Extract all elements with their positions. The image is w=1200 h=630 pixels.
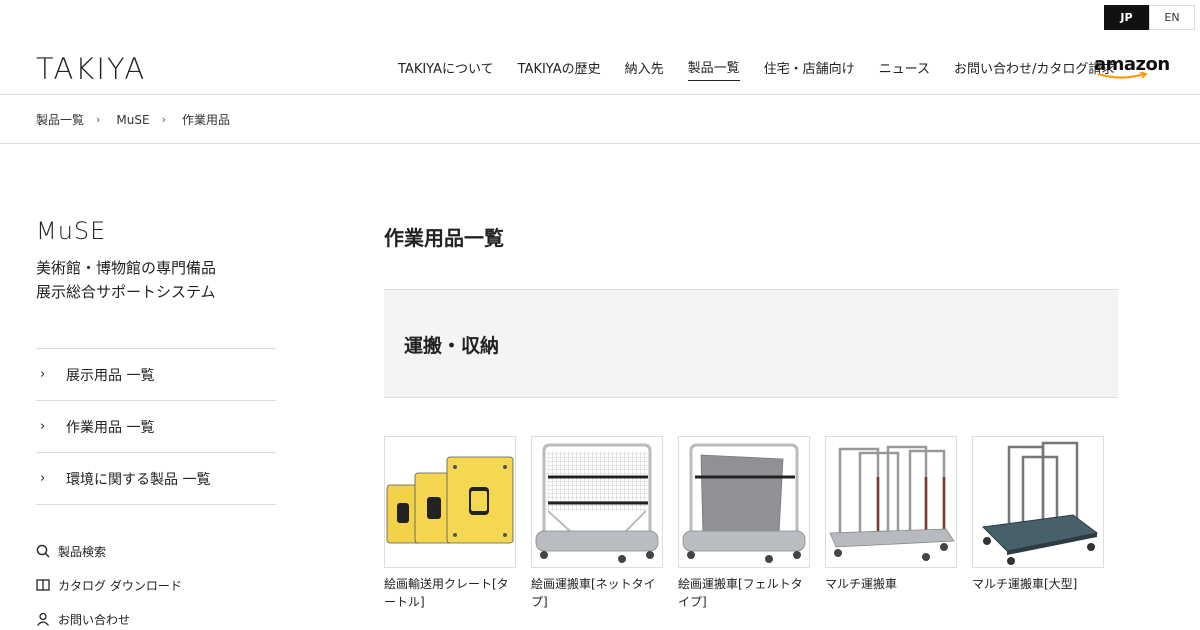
sidebar-menu: › 展示用品 一覧 › 作業用品 一覧 › 環境に関する製品 一覧 (36, 348, 276, 505)
multi-cart-illustration (829, 445, 955, 561)
sidebar-item-label: 展示用品 一覧 (66, 367, 155, 384)
catalog-download-link[interactable]: カタログ ダウンロード (36, 568, 182, 602)
product-card[interactable]: マルチ運搬車[大型] (972, 436, 1104, 611)
product-search-link[interactable]: 製品検索 (36, 534, 182, 568)
product-image-crate[interactable] (384, 436, 516, 568)
product-grid: 絵画輸送用クレート[タートル] 絵画運搬車[ネットタイプ] 絵画運搬車[フェルト… (384, 436, 1119, 611)
breadcrumb-divider (0, 143, 1200, 144)
sidebar-item-environment[interactable]: › 環境に関する製品 一覧 (36, 453, 276, 505)
catalog-download-label: カタログ ダウンロード (58, 578, 182, 593)
crate-illustration (386, 456, 514, 544)
product-image-net-cart[interactable] (531, 436, 663, 568)
product-name[interactable]: 絵画輸送用クレート[タートル] (384, 575, 516, 611)
nav-history[interactable]: TAKIYAの歴史 (518, 58, 601, 81)
book-icon (36, 579, 50, 591)
section-title: 運搬・収納 (404, 335, 500, 357)
sidebar-item-work[interactable]: › 作業用品 一覧 (36, 401, 276, 453)
lang-en-button[interactable]: EN (1149, 5, 1195, 30)
product-card[interactable]: 絵画運搬車[ネットタイプ] (531, 436, 663, 611)
sidebar-subtitle-line1: 美術館・博物館の専門備品 (36, 259, 217, 277)
section-header: 運搬・収納 (384, 289, 1118, 398)
chevron-right-icon: › (96, 113, 101, 126)
amazon-link[interactable]: amazon (1094, 54, 1170, 79)
sidebar-title: MuSE (36, 217, 107, 245)
net-cart-illustration (535, 443, 659, 563)
sidebar-item-label: 作業用品 一覧 (66, 419, 155, 436)
product-search-label: 製品検索 (58, 544, 107, 559)
header-divider (0, 94, 1200, 95)
chevron-right-icon: › (40, 367, 46, 382)
nav-clients[interactable]: 納入先 (625, 58, 664, 81)
search-icon (36, 544, 50, 558)
product-name[interactable]: マルチ運搬車[大型] (972, 575, 1104, 593)
product-image-multi-cart[interactable] (825, 436, 957, 568)
nav-about[interactable]: TAKIYAについて (398, 58, 494, 81)
sidebar-subtitle-line2: 展示総合サポートシステム (36, 283, 216, 301)
nav-contact[interactable]: お問い合わせ/カタログ請求 (954, 58, 1114, 81)
product-card[interactable]: 絵画輸送用クレート[タートル] (384, 436, 516, 611)
contact-link[interactable]: お問い合わせ (36, 602, 182, 630)
product-image-large-multi-cart[interactable] (972, 436, 1104, 568)
nav-news[interactable]: ニュース (879, 58, 930, 81)
main-nav: TAKIYAについて TAKIYAの歴史 納入先 製品一覧 住宅・店舗向け ニュ… (398, 57, 1138, 81)
amazon-smile-icon (1097, 72, 1148, 79)
breadcrumb-muse[interactable]: MuSE (116, 113, 149, 127)
sidebar-item-exhibition[interactable]: › 展示用品 一覧 (36, 349, 276, 401)
chevron-right-icon: › (40, 419, 46, 434)
large-multi-cart-illustration (981, 441, 1099, 565)
nav-products[interactable]: 製品一覧 (687, 57, 740, 81)
sidebar-subtitle: 美術館・博物館の専門備品 展示総合サポートシステム (36, 256, 216, 304)
page-title: 作業用品一覧 (384, 226, 504, 250)
product-card[interactable]: マルチ運搬車 (825, 436, 957, 611)
contact-label: お問い合わせ (58, 612, 131, 627)
chevron-right-icon: › (161, 113, 166, 126)
breadcrumb-current: 作業用品 (182, 113, 231, 127)
person-icon (36, 612, 50, 626)
site-logo[interactable]: TAKIYA (36, 52, 146, 86)
sidebar-item-label: 環境に関する製品 一覧 (66, 471, 211, 488)
product-image-felt-cart[interactable] (678, 436, 810, 568)
product-name[interactable]: マルチ運搬車 (825, 575, 957, 593)
chevron-right-icon: › (40, 471, 46, 486)
language-switcher: JP EN (1104, 5, 1195, 30)
product-name[interactable]: 絵画運搬車[フェルトタイプ] (678, 575, 810, 611)
lang-jp-button[interactable]: JP (1104, 5, 1149, 30)
breadcrumb: 製品一覧 › MuSE › 作業用品 (36, 111, 230, 128)
felt-cart-illustration (682, 443, 806, 563)
product-name[interactable]: 絵画運搬車[ネットタイプ] (531, 575, 663, 611)
product-card[interactable]: 絵画運搬車[フェルトタイプ] (678, 436, 810, 611)
breadcrumb-products[interactable]: 製品一覧 (36, 111, 84, 128)
nav-residential[interactable]: 住宅・店舗向け (764, 58, 855, 81)
sidebar-links: 製品検索 カタログ ダウンロード お問い合わせ (36, 534, 182, 630)
